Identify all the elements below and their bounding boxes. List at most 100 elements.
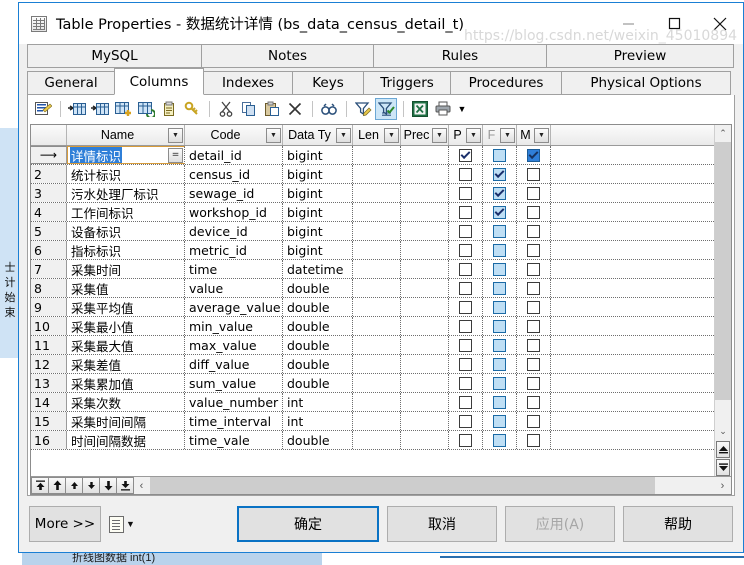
name-cell[interactable]: 统计标识 [67,165,185,183]
mandatory-checkbox-cell[interactable] [517,374,551,392]
table-row[interactable]: 2 统计标识 census_id bigint [31,165,714,184]
datatype-cell[interactable]: bigint [283,222,353,240]
scroll-down-button[interactable]: ⌄ [715,423,731,440]
toolbar-overflow-caret[interactable]: ▼ [455,99,469,119]
foreign-key-checkbox[interactable] [493,319,506,333]
mandatory-checkbox[interactable] [527,300,540,314]
table-row[interactable]: 4 工作间标识 workshop_id bigint [31,203,714,222]
primary-key-checkbox-cell[interactable] [449,412,483,430]
foreign-key-checkbox-cell[interactable] [483,374,517,392]
row-filler-cell[interactable] [551,355,714,373]
row-filler-cell[interactable] [551,412,714,430]
table-row[interactable]: 10 采集最小值 min_value double [31,317,714,336]
primary-key-checkbox[interactable] [459,376,472,390]
foreign-key-checkbox-cell[interactable] [483,336,517,354]
length-cell[interactable] [353,165,401,183]
row-number-cell[interactable]: 12 [31,355,67,373]
primary-key-checkbox-cell[interactable] [449,184,483,202]
length-cell[interactable] [353,222,401,240]
name-cell[interactable]: 采集时间 [67,260,185,278]
length-cell[interactable] [353,317,401,335]
foreign-key-checkbox-cell[interactable] [483,241,517,259]
primary-key-checkbox-cell[interactable] [449,431,483,449]
grid-header-precision[interactable]: Prec ▼ [401,125,449,145]
add-column-icon[interactable] [89,98,111,120]
foreign-key-checkbox-cell[interactable] [483,165,517,183]
prev-record-button[interactable] [65,477,83,494]
primary-key-checkbox[interactable] [459,243,472,257]
export-excel-icon[interactable] [409,98,431,120]
code-cell[interactable]: time [185,260,283,278]
length-cell[interactable] [353,279,401,297]
datatype-cell[interactable]: bigint [283,203,353,221]
grid-header-length[interactable]: Len ▼ [353,125,401,145]
mandatory-checkbox[interactable] [527,376,540,390]
mandatory-checkbox[interactable] [527,414,540,428]
more-button[interactable]: More >> [29,506,101,542]
foreign-key-checkbox[interactable] [493,338,506,352]
foreign-key-checkbox-cell[interactable] [483,146,517,164]
mandatory-checkbox-cell[interactable] [517,260,551,278]
row-filler-cell[interactable] [551,374,714,392]
foreign-key-checkbox-cell[interactable] [483,184,517,202]
datatype-cell[interactable]: bigint [283,146,353,164]
mandatory-checkbox-cell[interactable] [517,241,551,259]
foreign-key-checkbox[interactable] [493,186,506,200]
paste-column-icon[interactable] [158,98,180,120]
primary-key-checkbox-cell[interactable] [449,279,483,297]
precision-cell[interactable] [401,317,449,335]
hscroll-left-button[interactable]: ‹ [133,477,150,494]
precision-cell[interactable] [401,260,449,278]
datatype-cell[interactable]: double [283,298,353,316]
foreign-key-checkbox[interactable] [493,205,506,219]
scroll-track[interactable] [715,142,731,423]
row-filler-cell[interactable] [551,203,714,221]
name-cell[interactable]: 时间间隔数据 [67,431,185,449]
code-cell[interactable]: value [185,279,283,297]
mandatory-checkbox[interactable] [527,224,540,238]
table-row[interactable]: 7 采集时间 time datetime [31,260,714,279]
code-cell[interactable]: average_value [185,298,283,316]
primary-key-checkbox[interactable] [459,395,472,409]
script-caret-icon[interactable]: ▼ [126,519,135,529]
chevron-down-icon[interactable]: ▼ [384,127,399,143]
primary-key-checkbox-cell[interactable] [449,317,483,335]
name-cell[interactable]: 采集最大值 [67,336,185,354]
tab-general[interactable]: General [27,71,115,95]
table-row[interactable]: 13 采集累加值 sum_value double [31,374,714,393]
grid-header-mandatory[interactable]: M ▼ [517,125,551,145]
datatype-cell[interactable]: double [283,374,353,392]
primary-key-checkbox-cell[interactable] [449,241,483,259]
foreign-key-checkbox-cell[interactable] [483,222,517,240]
chevron-down-icon[interactable]: ▼ [266,127,281,143]
length-cell[interactable] [353,241,401,259]
mandatory-checkbox-cell[interactable] [517,222,551,240]
table-row[interactable]: 5 设备标识 device_id bigint [31,222,714,241]
table-row[interactable]: 14 采集次数 value_number int [31,393,714,412]
name-cell[interactable]: 工作间标识 [67,203,185,221]
datatype-cell[interactable]: double [283,279,353,297]
table-row[interactable]: ⟶ 详情标识 = detail_id bigint [31,146,714,165]
prev-page-button[interactable] [48,477,66,494]
name-cell[interactable]: 采集次数 [67,393,185,411]
primary-key-checkbox[interactable] [459,319,472,333]
foreign-key-checkbox[interactable] [493,433,506,447]
code-cell[interactable]: diff_value [185,355,283,373]
table-row[interactable]: 3 污水处理厂标识 sewage_id bigint [31,184,714,203]
row-number-cell[interactable]: ⟶ [31,146,67,164]
table-row[interactable]: 15 采集时间间隔 time_interval int [31,412,714,431]
row-filler-cell[interactable] [551,260,714,278]
primary-key-checkbox[interactable] [459,148,472,162]
primary-key-checkbox[interactable] [459,186,472,200]
datatype-cell[interactable]: datetime [283,260,353,278]
mandatory-checkbox[interactable] [527,395,540,409]
filter-edit-icon[interactable] [352,98,374,120]
length-cell[interactable] [353,146,401,164]
mandatory-checkbox-cell[interactable] [517,317,551,335]
datatype-cell[interactable]: bigint [283,241,353,259]
code-cell[interactable]: time_vale [185,431,283,449]
expand-editor-button[interactable]: = [168,147,183,163]
primary-key-checkbox[interactable] [459,281,472,295]
foreign-key-checkbox-cell[interactable] [483,412,517,430]
grid-header-name[interactable]: Name ▼ [67,125,185,145]
